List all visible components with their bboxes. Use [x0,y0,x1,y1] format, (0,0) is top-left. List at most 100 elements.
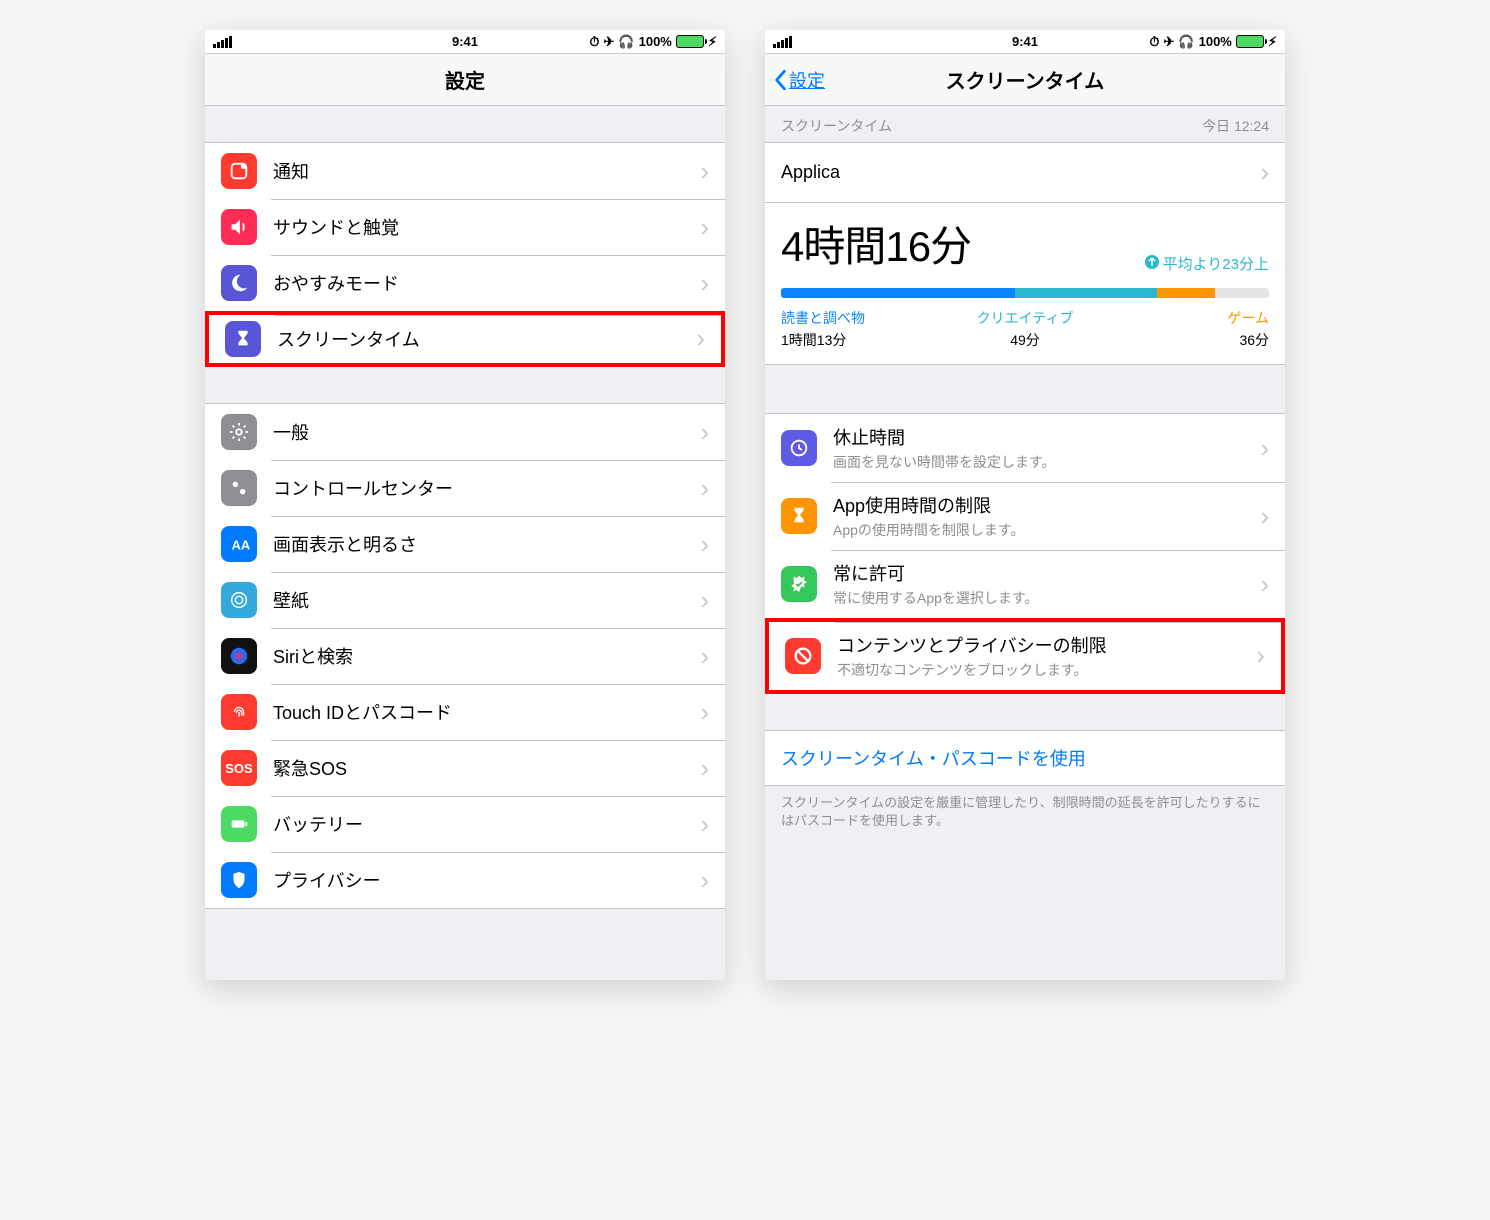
page-title: スクリーンタイム [946,65,1105,94]
moon-icon [221,265,257,301]
row-label: スクリーンタイム [277,326,696,352]
list-item-App使用時間の制限[interactable]: App使用時間の制限Appの使用時間を制限します。› [765,482,1285,550]
list-item-コントロールセンター[interactable]: コントロールセンター› [205,460,725,516]
status-bar: 9:41 ⏱ ✈︎ 🎧 100% ⚡︎ [205,30,725,54]
category-value: 1時間13分 [781,330,944,350]
nav-bar: 設定 [205,54,725,106]
list-item-スクリーンタイム[interactable]: スクリーンタイム› [205,311,725,367]
category-value: 49分 [944,330,1107,350]
back-label: 設定 [789,67,825,93]
notification-icon [221,153,257,189]
bar-segment-0 [781,288,1015,298]
list-item-Siriと検索[interactable]: Siriと検索› [205,628,725,684]
chevron-right-icon: › [700,212,709,243]
headphones-icon: 🎧 [1178,34,1194,50]
status-time: 9:41 [452,34,478,49]
gear-icon [221,414,257,450]
category-name: ゲーム [1106,308,1269,328]
category-name: 読書と調べ物 [781,308,944,328]
chevron-right-icon: › [700,809,709,840]
list-item-緊急SOS[interactable]: SOS緊急SOS› [205,740,725,796]
phone-screentime: 9:41 ⏱ ✈︎ 🎧 100% ⚡︎ 設定 スクリーンタイム スクリーンタイム… [765,30,1285,980]
chevron-right-icon: › [1260,569,1269,600]
list-item-通知[interactable]: 通知› [205,143,725,199]
arrow-up-icon [1145,255,1159,273]
average-text: 平均より23分上 [1163,253,1269,274]
battery-icon [1236,35,1264,48]
row-label: サウンドと触覚 [273,214,700,240]
chevron-right-icon: › [1256,640,1265,671]
row-title: コンテンツとプライバシーの制限 [837,632,1256,658]
chevron-right-icon: › [700,697,709,728]
row-subtitle: 不適切なコンテンツをブロックします。 [837,660,1256,680]
usage-summary: 4時間16分 平均より23分上 読書と調べ物1時間13分クリエイティブ49分ゲー… [765,203,1285,365]
app-row[interactable]: Applica › [765,142,1285,203]
battery-icon [221,806,257,842]
bar-segment-1 [1015,288,1157,298]
list-item-コンテンツとプライバシーの制限[interactable]: コンテンツとプライバシーの制限不適切なコンテンツをブロックします。› [765,618,1285,694]
svg-text:AA: AA [232,538,250,553]
sound-icon [221,209,257,245]
row-title: 休止時間 [833,424,1260,450]
chevron-right-icon: › [700,753,709,784]
screentime-options: 休止時間画面を見ない時間帯を設定します。›App使用時間の制限Appの使用時間を… [765,413,1285,694]
hourglass-icon [781,498,817,534]
signal-icon [773,36,792,48]
chevron-right-icon: › [1260,433,1269,464]
chevron-right-icon: › [1260,501,1269,532]
list-item-おやすみモード[interactable]: おやすみモード› [205,255,725,311]
chevron-right-icon: › [696,323,705,354]
category-1: クリエイティブ49分 [944,308,1107,350]
row-label: 画面表示と明るさ [273,531,700,557]
clock-icon [781,430,817,466]
passcode-link[interactable]: スクリーンタイム・パスコードを使用 [765,730,1285,786]
list-item-壁紙[interactable]: 壁紙› [205,572,725,628]
list-item-画面表示と明るさ[interactable]: AA 画面表示と明るさ› [205,516,725,572]
chevron-right-icon: › [700,268,709,299]
row-subtitle: 画面を見ない時間帯を設定します。 [833,452,1260,472]
hourglass-icon [225,321,261,357]
list-item-一般[interactable]: 一般› [205,404,725,460]
battery-percent: 100% [639,34,672,49]
header-timestamp: 今日 12:24 [1202,116,1269,136]
row-subtitle: 常に使用するAppを選択します。 [833,588,1260,608]
display-icon: AA [221,526,257,562]
row-label: 緊急SOS [273,755,700,781]
chevron-right-icon: › [700,585,709,616]
list-item-サウンドと触覚[interactable]: サウンドと触覚› [205,199,725,255]
list-item-バッテリー[interactable]: バッテリー› [205,796,725,852]
list-item-休止時間[interactable]: 休止時間画面を見ない時間帯を設定します。› [765,414,1285,482]
alarm-icon: ⏱ [1149,34,1159,50]
back-button[interactable]: 設定 [773,67,825,93]
phone-settings: 9:41 ⏱ ✈︎ 🎧 100% ⚡︎ 設定 通知›サウンドと触覚›おやすみモー… [205,30,725,980]
chevron-right-icon: › [700,417,709,448]
list-item-Touch IDとパスコード[interactable]: Touch IDとパスコード› [205,684,725,740]
row-label: 壁紙 [273,587,700,613]
siri-icon [221,638,257,674]
check-icon [781,566,817,602]
battery-icon [676,35,704,48]
average-indicator: 平均より23分上 [1145,253,1269,274]
row-label: 一般 [273,419,700,445]
chevron-right-icon: › [1260,157,1269,188]
chevron-right-icon: › [700,473,709,504]
chevron-right-icon: › [700,641,709,672]
row-label: Touch IDとパスコード [273,699,700,725]
row-label: おやすみモード [273,270,700,296]
row-title: App使用時間の制限 [833,492,1260,518]
charging-icon: ⚡︎ [1268,34,1277,50]
battery-percent: 100% [1199,34,1232,49]
privacy-icon [221,862,257,898]
chevron-right-icon: › [700,865,709,896]
chevron-right-icon: › [700,529,709,560]
row-subtitle: Appの使用時間を制限します。 [833,520,1260,540]
status-time: 9:41 [1012,34,1038,49]
bar-segment-2 [1157,288,1216,298]
list-item-常に許可[interactable]: 常に許可常に使用するAppを選択します。› [765,550,1285,618]
nav-bar: 設定 スクリーンタイム [765,54,1285,106]
list-item-プライバシー[interactable]: プライバシー› [205,852,725,908]
category-2: ゲーム36分 [1106,308,1269,350]
chevron-right-icon: › [700,156,709,187]
location-icon: ✈︎ [1164,34,1175,50]
category-value: 36分 [1106,330,1269,350]
